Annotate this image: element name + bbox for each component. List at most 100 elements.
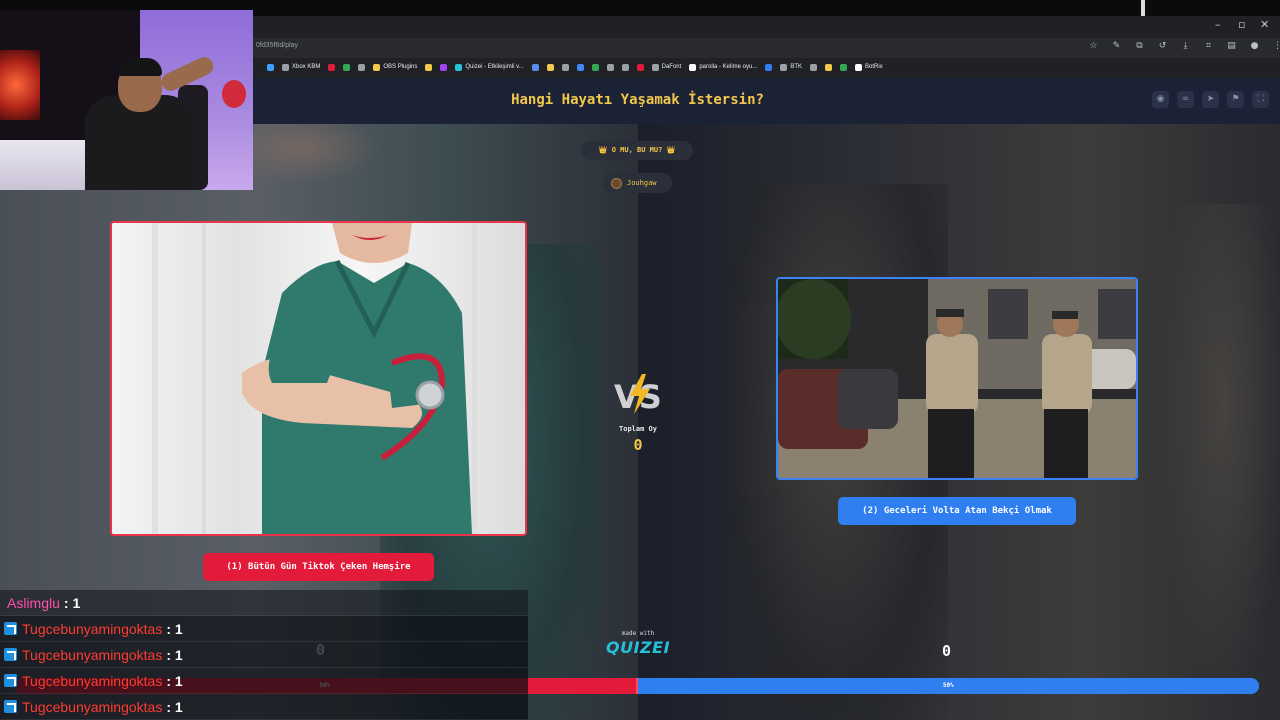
bookmark-icon xyxy=(440,63,448,71)
send-icon[interactable]: ➤ xyxy=(1202,91,1219,108)
address-bar-icons: ☆ ✎ ⧉ ↺ ⤓ ⌗ ▤ ● ⋮ xyxy=(1088,41,1280,52)
chat-arrow-icon xyxy=(4,622,17,635)
fullscreen-icon[interactable]: ⛶ xyxy=(1252,91,1269,108)
quizei-logo[interactable]: QUIZEI xyxy=(598,638,678,657)
bookmark-item[interactable]: Xbox KBM xyxy=(282,63,321,71)
bookmark-icon xyxy=(546,63,554,71)
bookmark-icon xyxy=(282,63,289,71)
option-2-label[interactable]: (2) Geceleri Volta Atan Bekçi Olmak xyxy=(838,497,1076,525)
bookmark-item[interactable]: OBS Plugins xyxy=(373,63,418,71)
flag-icon[interactable]: ⚑ xyxy=(1227,91,1244,108)
bookmark-icon xyxy=(780,63,788,71)
bookmark-item[interactable] xyxy=(561,63,569,71)
option-1-label[interactable]: (1) Bütün Gün Tiktok Çeken Hemşire xyxy=(203,553,434,581)
extensions-icon[interactable]: ⧉ xyxy=(1134,41,1145,52)
total-votes-value: 0 xyxy=(633,436,643,454)
profile-icon[interactable]: ● xyxy=(1249,41,1260,52)
bookmark-icon xyxy=(328,63,336,71)
link-icon[interactable]: ∞ xyxy=(1177,91,1194,108)
chat-row: Tugcebunyamingoktas: 1 xyxy=(0,668,528,694)
bookmark-icon xyxy=(591,63,599,71)
menu-icon[interactable]: ⋮ xyxy=(1272,41,1280,52)
star-icon[interactable]: ☆ xyxy=(1088,41,1099,52)
bookmark-icon xyxy=(455,63,463,71)
bookmark-item[interactable] xyxy=(606,63,614,71)
bookmark-icon xyxy=(825,63,833,71)
bookmark-item[interactable] xyxy=(591,63,599,71)
close-icon[interactable]: ✕ xyxy=(1260,18,1269,31)
tab-search-icon[interactable]: ▤ xyxy=(1226,41,1237,52)
bookmark-item[interactable] xyxy=(621,63,629,71)
chat-row: Aslimglu: 1 xyxy=(0,590,528,616)
download-icon[interactable]: ⤓ xyxy=(1180,41,1191,52)
nurse-photo xyxy=(112,223,525,534)
history-icon[interactable]: ↺ xyxy=(1157,41,1168,52)
bookmark-icon xyxy=(651,63,659,71)
maximize-icon[interactable]: ▫ xyxy=(1238,18,1245,31)
chat-row: Tugcebunyamingoktas: 1 xyxy=(0,642,528,668)
screen: – ▫ ✕ 0fd35f6d/play ☆ ✎ ⧉ ↺ ⤓ ⌗ ▤ ● ⋮ Xb… xyxy=(0,0,1280,720)
webcam-lamp xyxy=(0,50,40,120)
bookmark-item[interactable] xyxy=(576,63,584,71)
bookmark-item[interactable] xyxy=(343,63,351,71)
webcam-figurine xyxy=(222,80,246,108)
bookmark-item[interactable] xyxy=(546,63,554,71)
bookmark-item[interactable] xyxy=(840,63,848,71)
bookmark-label: parolla - Kelime oyu... xyxy=(699,64,758,70)
chat-row: Tugcebunyamingoktas: 1 xyxy=(0,694,528,720)
chat-username: Aslimglu xyxy=(7,594,60,611)
chat-vote: : 1 xyxy=(166,620,183,637)
screenshot-icon[interactable]: ⌗ xyxy=(1203,41,1214,52)
minimize-icon[interactable]: – xyxy=(1215,18,1221,31)
bookmark-icon xyxy=(267,63,274,71)
bookmark-label: OBS Plugins xyxy=(383,64,418,70)
webcam-overlay xyxy=(0,10,253,190)
chat-overlay: Aslimglu: 1 Tugcebunyamingoktas: 1 Tugcebu… xyxy=(0,590,528,720)
eye-icon[interactable]: ◉ xyxy=(1152,91,1169,108)
bookmark-item[interactable] xyxy=(810,63,818,71)
total-votes-label: Toplam Oy xyxy=(619,425,657,433)
bookmark-item[interactable]: Quizei - Etkileşimli v... xyxy=(455,63,524,71)
bookmark-item[interactable] xyxy=(358,63,366,71)
bookmark-icon xyxy=(765,63,773,71)
user-badge: Jouhgaw xyxy=(603,173,672,193)
bookmark-icon xyxy=(373,63,381,71)
option-2-percent: 50% xyxy=(942,682,954,689)
chat-arrow-icon xyxy=(4,648,17,661)
option-2-image[interactable] xyxy=(776,277,1138,480)
mode-badge: 👑 O MU, BU MU? 👑 xyxy=(581,141,693,160)
chat-vote: : 1 xyxy=(63,594,81,611)
option-1-image[interactable] xyxy=(110,221,527,536)
chat-arrow-icon xyxy=(4,700,17,713)
bookmark-icon xyxy=(425,63,433,71)
bookmark-item[interactable] xyxy=(440,63,448,71)
chat-username: Tugcebunyamingoktas xyxy=(22,620,163,637)
bookmark-icon xyxy=(621,63,629,71)
bookmarks-bar: Xbox KBM OBS Plugins Quizei - Etkileşimli … xyxy=(253,58,1280,76)
bookmark-icon xyxy=(810,63,818,71)
chat-vote: : 1 xyxy=(166,698,183,715)
chat-vote: : 1 xyxy=(166,672,183,689)
bookmark-item[interactable]: BotRix xyxy=(855,63,883,71)
bookmark-item[interactable] xyxy=(531,63,539,71)
bookmark-item[interactable] xyxy=(425,63,433,71)
bookmark-icon xyxy=(531,63,539,71)
bookmark-label: BTK xyxy=(790,64,803,70)
bookmark-icon xyxy=(343,63,351,71)
bookmark-label: Xbox KBM xyxy=(292,64,321,70)
bookmark-item[interactable]: parolla - Kelime oyu... xyxy=(689,63,758,71)
pen-icon[interactable]: ✎ xyxy=(1111,41,1122,52)
bookmark-item[interactable] xyxy=(825,63,833,71)
header-actions: ◉ ∞ ➤ ⚑ ⛶ xyxy=(1152,91,1269,108)
bookmark-icon xyxy=(689,63,697,71)
option-2-progress: 50% xyxy=(637,678,1259,694)
address-url[interactable]: 0fd35f6d/play xyxy=(256,42,298,49)
bookmark-item[interactable] xyxy=(328,63,336,71)
bookmark-label: Quizei - Etkileşimli v... xyxy=(465,64,524,70)
bookmark-item[interactable] xyxy=(765,63,773,71)
bookmark-item[interactable]: BTK xyxy=(780,63,803,71)
bookmark-item[interactable]: DaFont xyxy=(651,63,681,71)
bookmark-item[interactable] xyxy=(636,63,644,71)
bookmark-item[interactable] xyxy=(267,63,274,71)
bookmark-icon xyxy=(576,63,584,71)
